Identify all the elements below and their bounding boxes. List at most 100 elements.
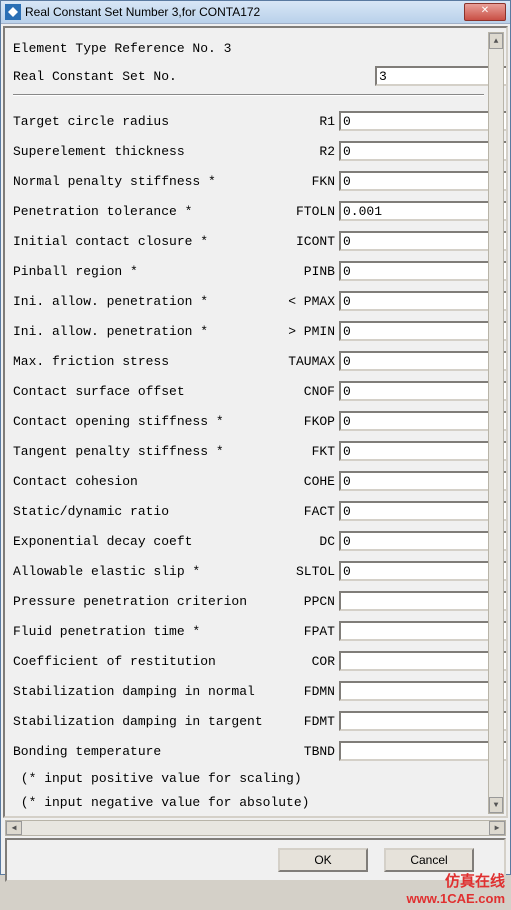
param-input[interactable] <box>339 501 508 521</box>
param-row: Ini. allow. penetration *> PMIN <box>13 316 504 346</box>
param-input[interactable] <box>339 351 508 371</box>
real-const-set-row: Real Constant Set No. <box>13 62 504 90</box>
param-input[interactable] <box>339 621 508 641</box>
param-label: Pinball region * <box>13 264 273 279</box>
element-type-ref-row: Element Type Reference No. 3 <box>13 34 504 62</box>
scroll-track[interactable] <box>489 50 503 796</box>
param-code: COHE <box>273 474 335 489</box>
horizontal-scrollbar[interactable]: ◀ ▶ <box>5 820 506 836</box>
param-label: Initial contact closure * <box>13 234 273 249</box>
param-code: TBND <box>273 744 335 759</box>
param-row: Ini. allow. penetration *< PMAX <box>13 286 504 316</box>
param-label: Penetration tolerance * <box>13 204 273 219</box>
param-input[interactable] <box>339 231 508 251</box>
param-row: Coefficient of restitutionCOR <box>13 646 504 676</box>
param-code: > PMIN <box>273 324 335 339</box>
param-row: Static/dynamic ratioFACT <box>13 496 504 526</box>
param-code: FACT <box>273 504 335 519</box>
param-row: Exponential decay coeftDC <box>13 526 504 556</box>
param-input[interactable] <box>339 261 508 281</box>
param-input[interactable] <box>339 471 508 491</box>
param-input[interactable] <box>339 651 508 671</box>
param-input[interactable] <box>339 561 508 581</box>
param-row: Contact cohesionCOHE <box>13 466 504 496</box>
param-input[interactable] <box>339 441 508 461</box>
param-code: R1 <box>273 114 335 129</box>
vertical-scrollbar[interactable]: ▲ ▼ <box>488 32 504 814</box>
param-label: Ini. allow. penetration * <box>13 324 273 339</box>
param-input[interactable] <box>339 321 508 341</box>
param-input[interactable] <box>339 291 508 311</box>
param-label: Allowable elastic slip * <box>13 564 273 579</box>
param-input[interactable] <box>339 201 508 221</box>
param-label: Pressure penetration criterion <box>13 594 273 609</box>
param-label: Bonding temperature <box>13 744 273 759</box>
note-negative: (* input negative value for absolute) <box>13 790 504 814</box>
watermark-text-2: www.1CAE.com <box>407 891 505 906</box>
param-row: Penetration tolerance *FTOLN <box>13 196 504 226</box>
form-content: Element Type Reference No. 3 Real Consta… <box>3 26 508 818</box>
param-input[interactable] <box>339 711 508 731</box>
param-code: PINB <box>273 264 335 279</box>
param-input[interactable] <box>339 411 508 431</box>
scroll-left-icon[interactable]: ◀ <box>6 821 22 835</box>
scroll-up-icon[interactable]: ▲ <box>489 33 503 49</box>
param-input[interactable] <box>339 681 508 701</box>
param-code: FKN <box>273 174 335 189</box>
param-label: Ini. allow. penetration * <box>13 294 273 309</box>
param-input[interactable] <box>339 171 508 191</box>
param-code: FPAT <box>273 624 335 639</box>
note-positive: (* input positive value for scaling) <box>13 766 504 790</box>
param-label: Contact cohesion <box>13 474 273 489</box>
real-const-set-label: Real Constant Set No. <box>13 69 371 84</box>
param-code: R2 <box>273 144 335 159</box>
param-code: CNOF <box>273 384 335 399</box>
ok-button[interactable]: OK <box>278 848 368 872</box>
param-code: SLTOL <box>273 564 335 579</box>
param-input[interactable] <box>339 531 508 551</box>
scroll-right-icon[interactable]: ▶ <box>489 821 505 835</box>
title-bar[interactable]: Real Constant Set Number 3,for CONTA172 … <box>1 1 510 24</box>
cancel-button[interactable]: Cancel <box>384 848 474 872</box>
param-row: Contact opening stiffness *FKOP <box>13 406 504 436</box>
param-row: Allowable elastic slip *SLTOL <box>13 556 504 586</box>
param-code: FDMT <box>273 714 335 729</box>
param-row: Pressure penetration criterionPPCN <box>13 586 504 616</box>
param-row: Bonding temperatureTBND <box>13 736 504 766</box>
param-label: Stabilization damping in targent <box>13 714 273 729</box>
dialog-window: Real Constant Set Number 3,for CONTA172 … <box>0 0 511 875</box>
param-code: ICONT <box>273 234 335 249</box>
param-row: Fluid penetration time *FPAT <box>13 616 504 646</box>
param-code: FTOLN <box>273 204 335 219</box>
parameter-rows: Target circle radiusR1Superelement thick… <box>13 106 504 766</box>
param-row: Normal penalty stiffness *FKN <box>13 166 504 196</box>
button-bar: OK Cancel <box>5 838 506 882</box>
close-button[interactable]: ✕ <box>464 3 506 21</box>
param-row: Target circle radiusR1 <box>13 106 504 136</box>
param-input[interactable] <box>339 111 508 131</box>
param-code: FDMN <box>273 684 335 699</box>
param-row: Stabilization damping in normalFDMN <box>13 676 504 706</box>
param-label: Static/dynamic ratio <box>13 504 273 519</box>
param-row: Tangent penalty stiffness *FKT <box>13 436 504 466</box>
param-code: COR <box>273 654 335 669</box>
param-input[interactable] <box>339 381 508 401</box>
param-label: Exponential decay coeft <box>13 534 273 549</box>
param-code: < PMAX <box>273 294 335 309</box>
param-row: Pinball region *PINB <box>13 256 504 286</box>
param-label: Target circle radius <box>13 114 273 129</box>
param-code: FKOP <box>273 414 335 429</box>
scroll-down-icon[interactable]: ▼ <box>489 797 503 813</box>
param-label: Contact surface offset <box>13 384 273 399</box>
app-icon <box>5 4 21 20</box>
param-code: TAUMAX <box>273 354 335 369</box>
param-input[interactable] <box>339 141 508 161</box>
param-code: DC <box>273 534 335 549</box>
window-title: Real Constant Set Number 3,for CONTA172 <box>25 5 464 19</box>
param-row: Superelement thicknessR2 <box>13 136 504 166</box>
param-label: Normal penalty stiffness * <box>13 174 273 189</box>
param-code: FKT <box>273 444 335 459</box>
param-row: Initial contact closure *ICONT <box>13 226 504 256</box>
param-input[interactable] <box>339 741 508 761</box>
param-input[interactable] <box>339 591 508 611</box>
